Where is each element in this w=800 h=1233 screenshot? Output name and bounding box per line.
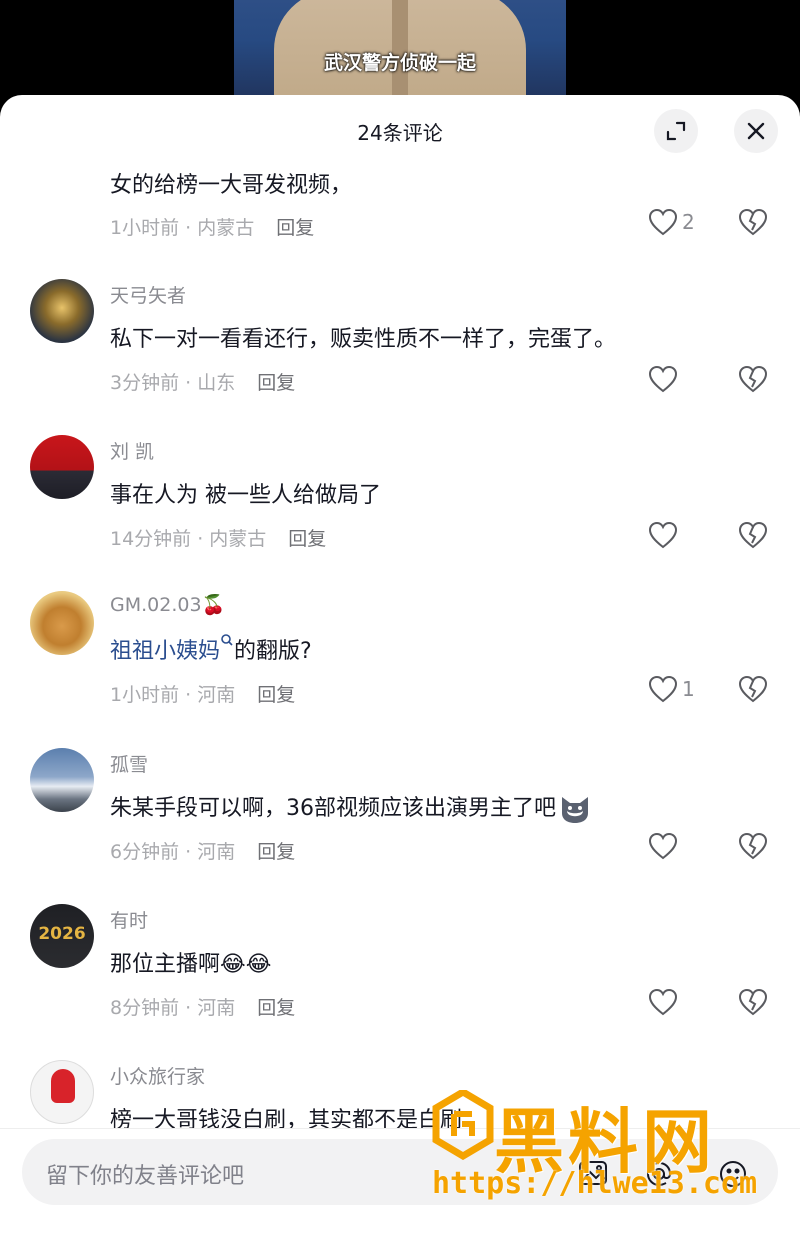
comment-text-suffix: 的翻版? xyxy=(234,639,312,664)
avatar[interactable] xyxy=(30,748,94,812)
comment-time-location: 6分钟前 · 河南 xyxy=(110,841,236,863)
heart-icon xyxy=(648,365,678,393)
comments-header: 24条评论 xyxy=(0,95,800,167)
mention-button[interactable] xyxy=(644,1159,674,1193)
like-button[interactable] xyxy=(648,521,678,549)
like-button[interactable] xyxy=(648,988,678,1016)
comment-input-bar: 留下你的友善评论吧 xyxy=(0,1128,800,1233)
comment-input[interactable]: 留下你的友善评论吧 xyxy=(22,1139,778,1205)
comment-time-location: 3分钟前 · 山东 xyxy=(110,372,236,394)
broken-heart-icon xyxy=(738,675,768,703)
broken-heart-icon xyxy=(738,521,768,549)
heart-icon xyxy=(648,988,678,1016)
expand-button[interactable] xyxy=(654,109,698,153)
comment-meta: 14分钟前 · 内蒙古 回复 xyxy=(110,524,326,551)
close-icon xyxy=(747,122,765,140)
comment-input-placeholder: 留下你的友善评论吧 xyxy=(46,1164,245,1189)
dislike-button[interactable] xyxy=(738,365,768,397)
like-count: 2 xyxy=(682,210,695,234)
video-frame: 武汉警方侦破一起 xyxy=(234,0,566,100)
comment-username[interactable]: 小众旅行家 xyxy=(110,1062,205,1089)
like-button[interactable] xyxy=(648,365,678,393)
search-icon xyxy=(221,634,233,646)
image-icon xyxy=(579,1161,607,1185)
heart-icon xyxy=(648,521,678,549)
emoji-button[interactable] xyxy=(718,1159,748,1193)
comment-username[interactable]: GM.02.03🍒 xyxy=(110,593,225,616)
dislike-button[interactable] xyxy=(738,832,768,864)
avatar-text: 2026 xyxy=(38,924,86,944)
comment-meta: 6分钟前 · 河南 回复 xyxy=(110,837,295,864)
avatar[interactable]: 2026 xyxy=(30,904,94,968)
video-caption: 武汉警方侦破一起 xyxy=(323,52,476,74)
broken-heart-icon xyxy=(738,208,768,236)
comment-text-body: 朱某手段可以啊，36部视频应该出演男主了吧 xyxy=(110,796,556,821)
avatar[interactable] xyxy=(30,1060,94,1124)
emoji-icon xyxy=(720,1161,746,1187)
like-button[interactable]: 2 xyxy=(648,208,695,236)
comment-username-text: GM.02.03 xyxy=(110,594,202,616)
heart-icon xyxy=(648,675,678,703)
comment-text: 事在人为 被一些人给做局了 xyxy=(110,483,381,508)
heart-icon xyxy=(648,832,678,860)
like-button[interactable] xyxy=(648,832,678,860)
laughing-emoji: 😂😂 xyxy=(220,952,272,977)
dog-emoji-icon xyxy=(562,797,588,823)
comment-username[interactable]: 天弓矢者 xyxy=(110,281,186,308)
like-count: 1 xyxy=(682,677,695,701)
comment-text: 私下一对一看看还行，贩卖性质不一样了，完蛋了。 xyxy=(110,327,617,352)
comments-sheet: 24条评论 女的给榜一大哥发视频， 1小时前 · 内蒙古 回复 2 天弓矢者 私下… xyxy=(0,95,800,1232)
reply-button[interactable]: 回复 xyxy=(257,372,295,394)
avatar[interactable] xyxy=(30,591,94,655)
comment-text: 祖祖小姨妈 的翻版? xyxy=(110,633,312,665)
comment-time-location: 1小时前 · 河南 xyxy=(110,684,236,706)
close-button[interactable] xyxy=(734,109,778,153)
avatar[interactable] xyxy=(30,279,94,343)
comment-meta: 1小时前 · 河南 回复 xyxy=(110,680,295,707)
reply-button[interactable]: 回复 xyxy=(257,684,295,706)
comment-username[interactable]: 刘 凯 xyxy=(110,437,154,464)
comment-meta: 1小时前 · 内蒙古 回复 xyxy=(110,213,314,240)
dislike-button[interactable] xyxy=(738,208,768,240)
comment-meta: 3分钟前 · 山东 回复 xyxy=(110,368,295,395)
comment-time-location: 1小时前 · 内蒙古 xyxy=(110,217,255,239)
comment-text: 那位主播啊😂😂 xyxy=(110,946,271,978)
cherry-emoji: 🍒 xyxy=(201,594,226,616)
comment-text-body: 那位主播啊 xyxy=(110,952,221,977)
comment-time-location: 14分钟前 · 内蒙古 xyxy=(110,528,267,550)
comment-username[interactable]: 孤雪 xyxy=(110,750,148,777)
reply-button[interactable]: 回复 xyxy=(257,997,295,1019)
mention-link[interactable]: 祖祖小姨妈 xyxy=(110,639,220,664)
heart-icon xyxy=(648,208,678,236)
dislike-button[interactable] xyxy=(738,521,768,553)
dislike-button[interactable] xyxy=(738,675,768,707)
image-button[interactable] xyxy=(578,1159,608,1191)
broken-heart-icon xyxy=(738,832,768,860)
reply-button[interactable]: 回复 xyxy=(257,841,295,863)
comment-time-location: 8分钟前 · 河南 xyxy=(110,997,236,1019)
broken-heart-icon xyxy=(738,365,768,393)
like-button[interactable]: 1 xyxy=(648,675,695,703)
broken-heart-icon xyxy=(738,988,768,1016)
reply-button[interactable]: 回复 xyxy=(276,217,314,239)
comment-text: 朱某手段可以啊，36部视频应该出演男主了吧 xyxy=(110,790,592,825)
comment-username[interactable]: 有时 xyxy=(110,906,148,933)
comment-meta: 8分钟前 · 河南 回复 xyxy=(110,993,295,1020)
video-player[interactable]: 武汉警方侦破一起 xyxy=(0,0,800,100)
comment-text: 女的给榜一大哥发视频， xyxy=(110,173,353,198)
expand-icon xyxy=(666,121,686,141)
avatar[interactable] xyxy=(30,435,94,499)
dislike-button[interactable] xyxy=(738,988,768,1020)
avatar-figure xyxy=(51,1069,75,1103)
at-icon xyxy=(646,1161,672,1187)
reply-button[interactable]: 回复 xyxy=(288,528,326,550)
